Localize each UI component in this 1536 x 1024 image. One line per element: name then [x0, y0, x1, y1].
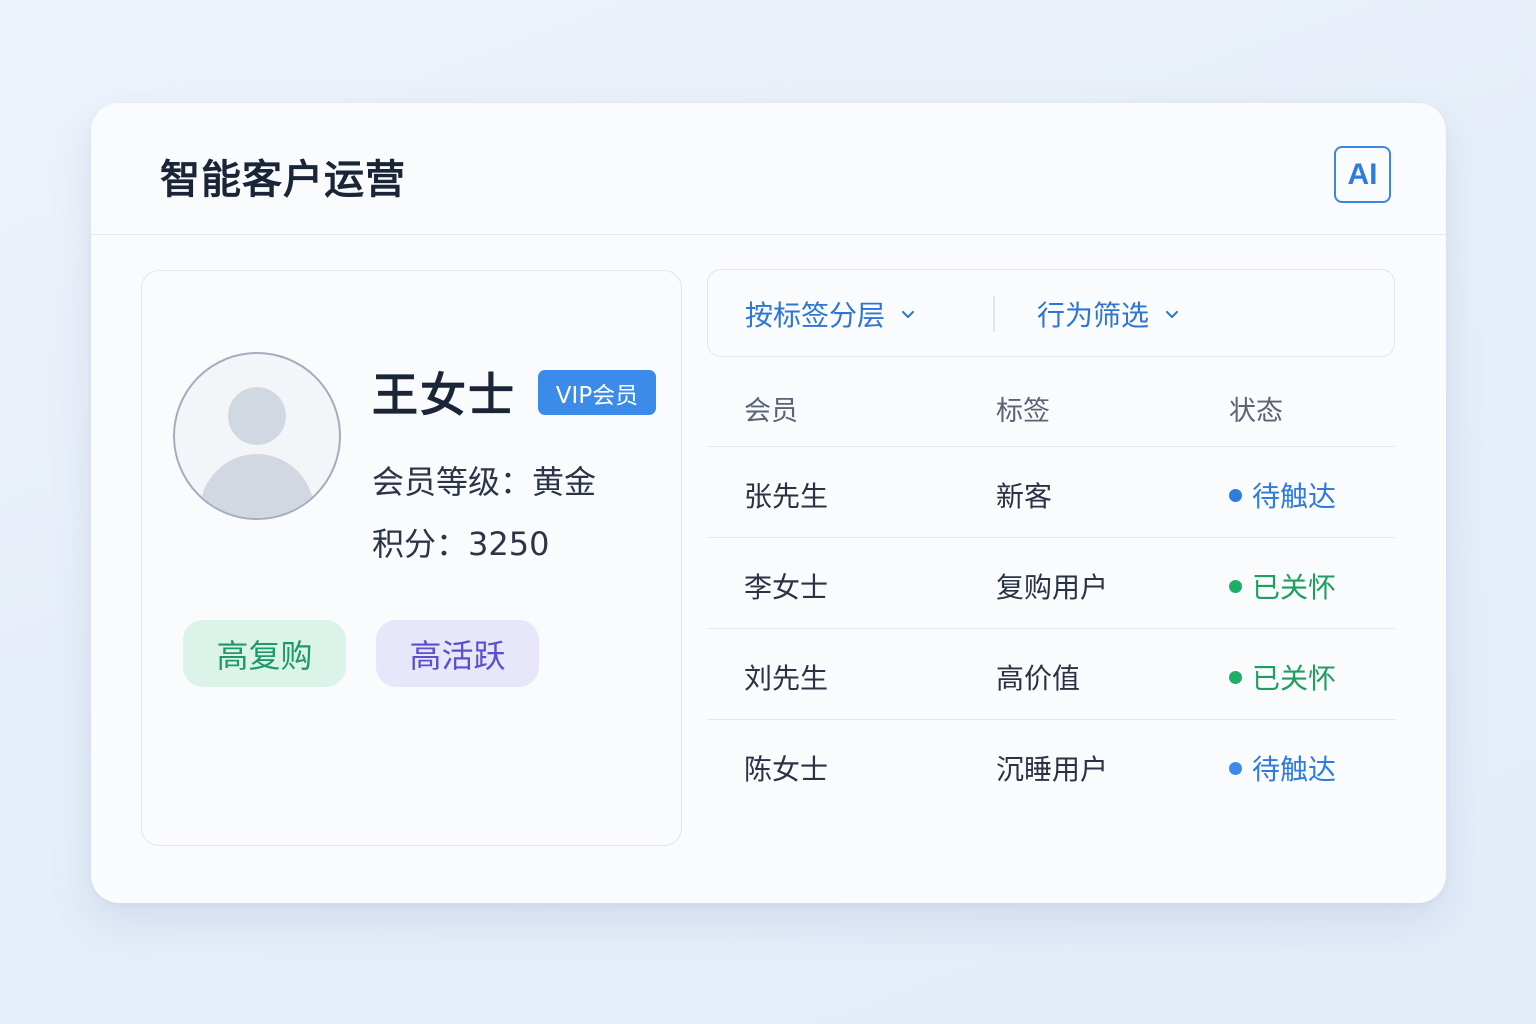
cell-member: 张先生 — [744, 480, 829, 513]
status-text: 待触达 — [1252, 480, 1337, 513]
status-dot-icon — [1229, 761, 1242, 775]
table-header: 会员 标签 状态 — [707, 357, 1395, 447]
member-points: 积分：3250 — [372, 525, 550, 563]
avatar-head-shape — [228, 387, 286, 445]
tag-high-repurchase[interactable]: 高复购 — [183, 620, 346, 687]
member-name: 王女士 — [372, 368, 516, 422]
column-header-member: 会员 — [744, 396, 798, 427]
avatar-body-shape — [200, 454, 314, 518]
status-text: 已关怀 — [1252, 662, 1337, 695]
tag-high-activity[interactable]: 高活跃 — [376, 620, 539, 687]
filter-label: 按标签分层 — [745, 299, 886, 332]
status-text: 已关怀 — [1252, 571, 1337, 604]
cell-member: 陈女士 — [744, 753, 829, 786]
cell-member: 李女士 — [744, 571, 829, 604]
table-row[interactable]: 李女士 复购用户 已关怀 — [707, 538, 1395, 629]
cell-status: 已关怀 — [1229, 657, 1336, 697]
ai-button[interactable]: AI — [1334, 146, 1391, 203]
status-text: 待触达 — [1252, 753, 1337, 786]
filter-label: 行为筛选 — [1037, 299, 1150, 332]
filter-by-tag-dropdown[interactable]: 按标签分层 — [745, 270, 915, 358]
customer-ops-card: 智能客户运营 AI 王女士 VIP会员 会员等级：黄金 积分：3250 高复购 … — [91, 103, 1446, 903]
column-header-tag: 标签 — [996, 396, 1050, 427]
cell-tag: 复购用户 — [996, 571, 1109, 604]
chevron-down-icon — [1166, 311, 1179, 318]
cell-tag: 高价值 — [996, 662, 1081, 695]
vip-badge: VIP会员 — [538, 370, 656, 415]
status-dot-icon — [1229, 488, 1242, 502]
filter-by-behavior-dropdown[interactable]: 行为筛选 — [1037, 270, 1179, 358]
column-header-status: 状态 — [1229, 396, 1283, 427]
cell-member: 刘先生 — [744, 662, 829, 695]
avatar — [173, 352, 341, 520]
cell-status: 待触达 — [1229, 748, 1336, 788]
filter-divider — [993, 296, 995, 332]
member-level: 会员等级：黄金 — [372, 463, 597, 501]
filter-bar: 按标签分层 行为筛选 — [707, 269, 1395, 357]
cell-tag: 新客 — [996, 480, 1053, 513]
cell-status: 已关怀 — [1229, 566, 1336, 606]
chevron-down-icon — [902, 311, 915, 318]
table-row[interactable]: 刘先生 高价值 已关怀 — [707, 629, 1395, 720]
member-table: 会员 标签 状态 张先生 新客 待触达 李女士 复购用户 已关怀 刘先生 高价值 — [707, 357, 1395, 811]
cell-status: 待触达 — [1229, 475, 1336, 515]
card-header: 智能客户运营 AI — [91, 103, 1446, 235]
status-dot-icon — [1229, 579, 1242, 593]
member-profile-panel: 王女士 VIP会员 会员等级：黄金 积分：3250 高复购 高活跃 — [141, 270, 682, 846]
status-dot-icon — [1229, 670, 1242, 684]
cell-tag: 沉睡用户 — [996, 753, 1109, 786]
table-row[interactable]: 陈女士 沉睡用户 待触达 — [707, 720, 1395, 811]
table-row[interactable]: 张先生 新客 待触达 — [707, 447, 1395, 538]
page-title: 智能客户运营 — [160, 157, 406, 203]
